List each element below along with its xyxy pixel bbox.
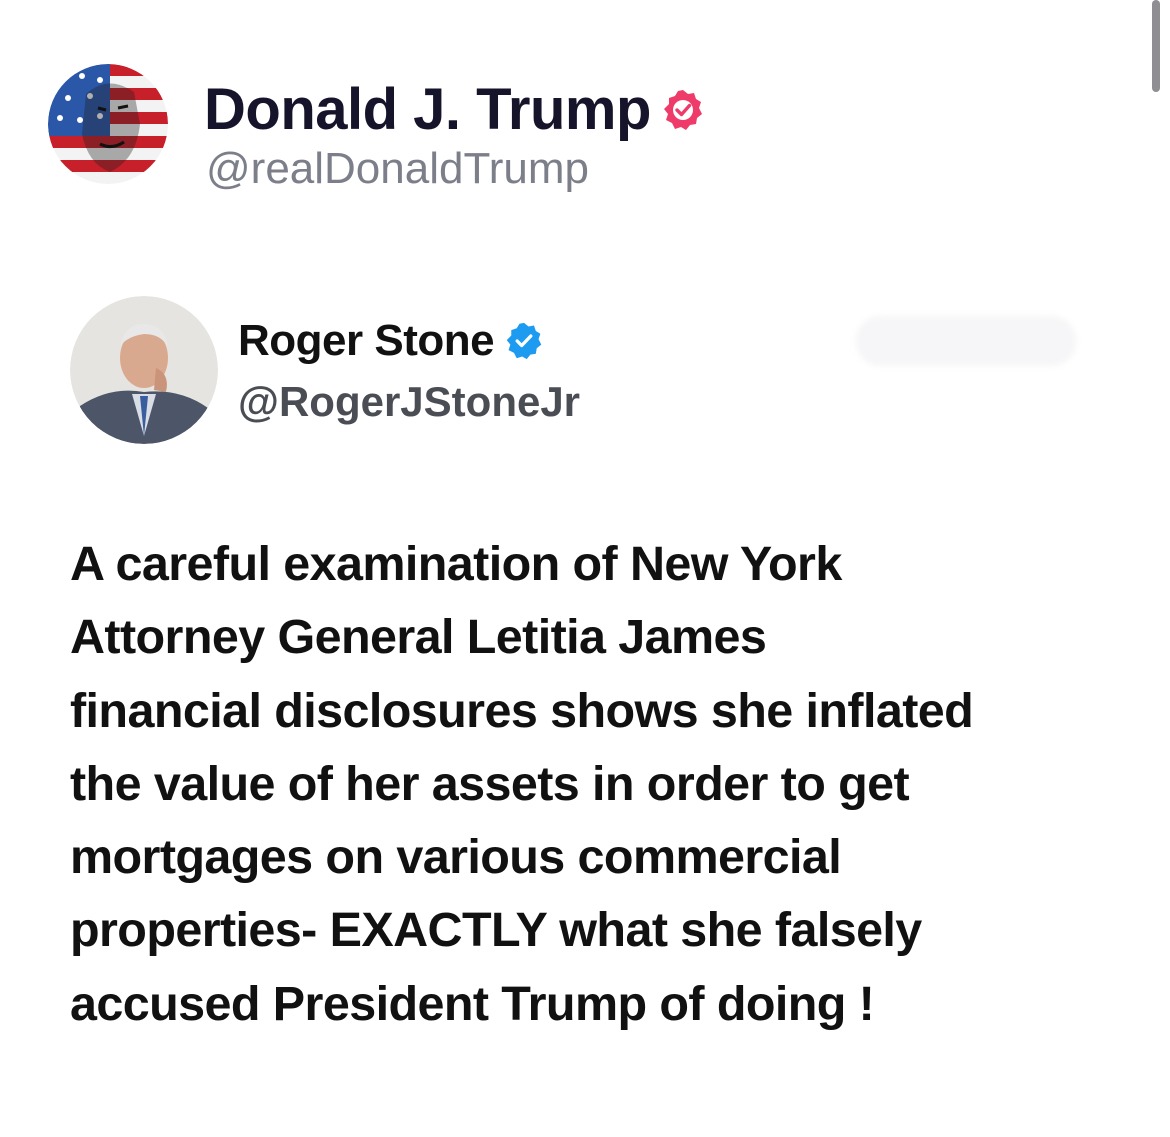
author-name[interactable]: Donald J. Trump: [204, 76, 651, 143]
post-text-line: financial disclosures shows she inflated: [70, 683, 974, 738]
quoted-post-text: A careful examination of New York Attorn…: [70, 528, 1120, 1041]
avatar[interactable]: [70, 296, 218, 444]
author-handle[interactable]: @realDonaldTrump: [206, 144, 589, 194]
blurred-region: [856, 316, 1076, 366]
quoted-author-name[interactable]: Roger Stone: [238, 316, 495, 366]
verified-badge-icon: [504, 321, 544, 361]
scrollbar[interactable]: [1152, 0, 1160, 92]
post-text-line: Attorney General Letitia James: [70, 610, 767, 665]
post-text-line: the value of her assets in order to get: [70, 756, 910, 811]
author-name-row: Donald J. Trump: [204, 76, 705, 143]
quoted-author-handle[interactable]: @RogerJStoneJr: [238, 378, 580, 426]
quoted-author-name-row: Roger Stone: [238, 316, 544, 366]
post-text-line: A careful examination of New York: [70, 537, 842, 591]
avatar[interactable]: [48, 64, 168, 184]
post-text-line: mortgages on various commercial: [70, 830, 842, 885]
verified-badge-icon: [661, 88, 705, 132]
post-text-line: properties- EXACTLY what she falsely: [70, 903, 922, 958]
post-text-line: accused President Trump of doing !: [70, 976, 875, 1031]
